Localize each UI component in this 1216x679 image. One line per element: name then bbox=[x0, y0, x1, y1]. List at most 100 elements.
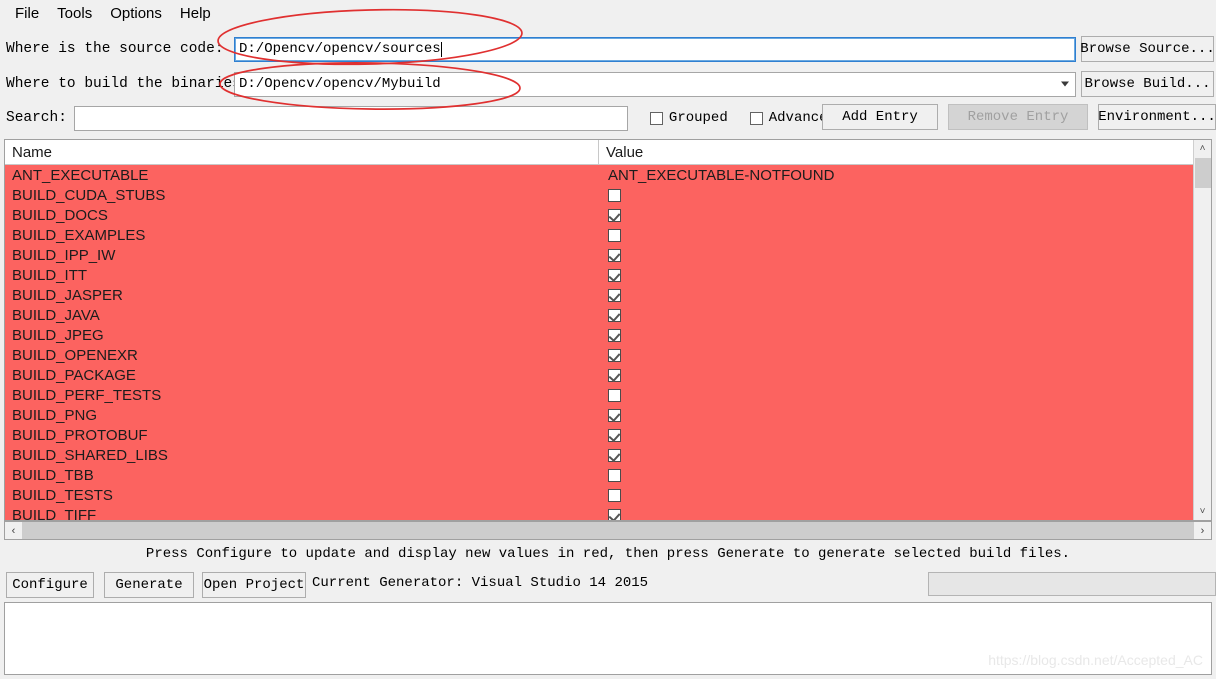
menu-tools[interactable]: Tools bbox=[48, 3, 101, 24]
environment-button[interactable]: Environment... bbox=[1098, 104, 1216, 130]
cache-entry-value[interactable] bbox=[599, 368, 1211, 382]
cache-entry-value[interactable] bbox=[599, 288, 1211, 302]
cache-entry-value[interactable] bbox=[599, 388, 1211, 402]
cache-entry-name: BUILD_PROTOBUF bbox=[12, 426, 148, 444]
cache-entry-value[interactable] bbox=[599, 248, 1211, 262]
horizontal-scroll-thumb[interactable] bbox=[22, 522, 1194, 539]
chevron-down-icon[interactable] bbox=[1061, 81, 1069, 87]
cache-entry-text-value: ANT_EXECUTABLE-NOTFOUND bbox=[608, 166, 835, 184]
open-project-button[interactable]: Open Project bbox=[202, 572, 306, 598]
table-horizontal-scrollbar[interactable]: ‹ › bbox=[4, 521, 1212, 540]
source-path-input[interactable]: D:/Opencv/opencv/sources bbox=[234, 36, 1076, 62]
cache-entry-value[interactable] bbox=[599, 488, 1211, 502]
cache-entry-value[interactable]: ANT_EXECUTABLE-NOTFOUND bbox=[599, 167, 1211, 184]
scroll-down-arrow-icon[interactable]: ˅ bbox=[1194, 503, 1211, 520]
progress-bar bbox=[928, 572, 1216, 596]
table-vertical-scrollbar[interactable]: ˄ ˅ bbox=[1193, 140, 1211, 520]
grouped-checkbox-box[interactable] bbox=[649, 111, 663, 125]
table-row[interactable]: BUILD_TESTS bbox=[5, 485, 1211, 505]
cache-entry-value[interactable] bbox=[599, 408, 1211, 422]
build-path-row: Where to build the binaries: D:/Opencv/o… bbox=[0, 69, 1216, 99]
browse-build-button[interactable]: Browse Build... bbox=[1081, 71, 1214, 97]
cache-entry-value[interactable] bbox=[599, 448, 1211, 462]
vertical-scroll-thumb[interactable] bbox=[1195, 158, 1211, 188]
column-header-value[interactable]: Value bbox=[599, 140, 1211, 164]
table-row[interactable]: BUILD_PNG bbox=[5, 405, 1211, 425]
table-row[interactable]: BUILD_CUDA_STUBS bbox=[5, 185, 1211, 205]
text-caret bbox=[440, 41, 442, 57]
cache-entry-value[interactable] bbox=[599, 228, 1211, 242]
scroll-left-arrow-icon[interactable]: ‹ bbox=[5, 522, 22, 539]
cache-entry-name: BUILD_TESTS bbox=[12, 486, 113, 504]
advanced-checkbox-box[interactable] bbox=[749, 111, 763, 125]
table-row[interactable]: BUILD_PROTOBUF bbox=[5, 425, 1211, 445]
cache-entry-checkbox[interactable] bbox=[608, 488, 621, 502]
table-row[interactable]: BUILD_TBB bbox=[5, 465, 1211, 485]
cache-entry-checkbox[interactable] bbox=[608, 208, 621, 222]
table-row[interactable]: BUILD_JPEG bbox=[5, 325, 1211, 345]
table-row[interactable]: BUILD_PERF_TESTS bbox=[5, 385, 1211, 405]
table-row[interactable]: BUILD_SHARED_LIBS bbox=[5, 445, 1211, 465]
search-label: Search: bbox=[6, 110, 67, 126]
cache-entry-name: BUILD_JAVA bbox=[12, 306, 100, 324]
cache-entry-value[interactable] bbox=[599, 348, 1211, 362]
cache-entry-value[interactable] bbox=[599, 188, 1211, 202]
add-entry-button[interactable]: Add Entry bbox=[822, 104, 938, 130]
cache-entry-value[interactable] bbox=[599, 268, 1211, 282]
build-path-value: D:/Opencv/opencv/Mybuild bbox=[239, 76, 441, 92]
menu-help[interactable]: Help bbox=[171, 3, 220, 24]
table-row[interactable]: BUILD_DOCS bbox=[5, 205, 1211, 225]
cache-entry-checkbox[interactable] bbox=[608, 328, 621, 342]
menu-file[interactable]: File bbox=[6, 3, 48, 24]
cache-entry-checkbox[interactable] bbox=[608, 268, 621, 282]
output-log-pane[interactable]: https://blog.csdn.net/Accepted_AC bbox=[4, 602, 1212, 675]
cache-entry-name: BUILD_EXAMPLES bbox=[12, 226, 146, 244]
table-row[interactable]: BUILD_PACKAGE bbox=[5, 365, 1211, 385]
cache-entry-checkbox[interactable] bbox=[608, 348, 621, 362]
column-header-name[interactable]: Name bbox=[5, 140, 599, 164]
browse-source-button[interactable]: Browse Source... bbox=[1080, 36, 1215, 62]
cache-entry-name: BUILD_IPP_IW bbox=[12, 246, 116, 264]
menu-options[interactable]: Options bbox=[101, 3, 171, 24]
table-row[interactable]: BUILD_JAVA bbox=[5, 305, 1211, 325]
table-row[interactable]: BUILD_OPENEXR bbox=[5, 345, 1211, 365]
menu-bar: File Tools Options Help bbox=[0, 0, 1216, 26]
cache-entry-checkbox[interactable] bbox=[608, 248, 621, 262]
table-row[interactable]: BUILD_IPP_IW bbox=[5, 245, 1211, 265]
cache-entry-checkbox[interactable] bbox=[608, 428, 621, 442]
cache-entry-value[interactable] bbox=[599, 308, 1211, 322]
cache-entry-name: BUILD_SHARED_LIBS bbox=[12, 446, 168, 464]
cache-entry-value[interactable] bbox=[599, 508, 1211, 520]
cache-entry-value[interactable] bbox=[599, 428, 1211, 442]
table-row[interactable]: BUILD_TIFF bbox=[5, 505, 1211, 520]
table-header-row: Name Value bbox=[5, 140, 1211, 165]
cache-entry-checkbox[interactable] bbox=[608, 228, 621, 242]
cache-entry-name: ANT_EXECUTABLE bbox=[12, 166, 149, 184]
cache-entry-checkbox[interactable] bbox=[608, 468, 621, 482]
cache-entry-name: BUILD_TIFF bbox=[12, 506, 97, 521]
generate-button[interactable]: Generate bbox=[104, 572, 194, 598]
table-row[interactable]: ANT_EXECUTABLE ANT_EXECUTABLE-NOTFOUND bbox=[5, 165, 1211, 185]
scroll-up-arrow-icon[interactable]: ˄ bbox=[1194, 140, 1211, 157]
cache-entry-checkbox[interactable] bbox=[608, 188, 621, 202]
cache-entry-value[interactable] bbox=[599, 208, 1211, 222]
cache-entry-checkbox[interactable] bbox=[608, 308, 621, 322]
table-row[interactable]: BUILD_EXAMPLES bbox=[5, 225, 1211, 245]
cache-entry-checkbox[interactable] bbox=[608, 388, 621, 402]
cache-entry-checkbox[interactable] bbox=[608, 408, 621, 422]
configure-button[interactable]: Configure bbox=[6, 572, 94, 598]
cache-entry-value[interactable] bbox=[599, 468, 1211, 482]
cache-entry-checkbox[interactable] bbox=[608, 508, 621, 520]
build-path-label: Where to build the binaries: bbox=[6, 76, 250, 92]
cache-entry-checkbox[interactable] bbox=[608, 448, 621, 462]
grouped-checkbox[interactable]: Grouped bbox=[649, 110, 728, 126]
search-input[interactable] bbox=[73, 105, 628, 131]
scroll-right-arrow-icon[interactable]: › bbox=[1194, 522, 1211, 539]
table-row[interactable]: BUILD_JASPER bbox=[5, 285, 1211, 305]
cache-entry-checkbox[interactable] bbox=[608, 368, 621, 382]
source-path-label: Where is the source code: bbox=[6, 41, 224, 57]
build-path-combobox[interactable]: D:/Opencv/opencv/Mybuild bbox=[234, 71, 1076, 97]
table-row[interactable]: BUILD_ITT bbox=[5, 265, 1211, 285]
cache-entry-value[interactable] bbox=[599, 328, 1211, 342]
cache-entry-checkbox[interactable] bbox=[608, 288, 621, 302]
